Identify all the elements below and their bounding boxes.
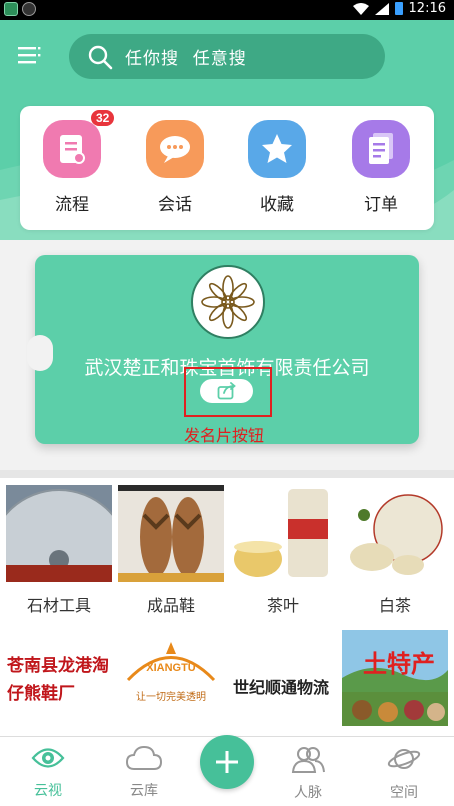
- plus-icon: [216, 751, 238, 773]
- product-name: 白茶: [378, 598, 411, 615]
- section-divider: [0, 470, 454, 478]
- banner-text: 世纪顺通物流: [233, 680, 330, 697]
- shield-notification-icon: [22, 2, 36, 16]
- search-placeholder: 任你搜 任意搜: [125, 49, 247, 68]
- chat-bubble-icon: [146, 120, 204, 178]
- company-logo: [191, 265, 265, 339]
- tab-kongjian[interactable]: 空间: [369, 745, 439, 802]
- banner-text: 苍南县龙港淘: [7, 656, 109, 675]
- tea-jar-image: [230, 485, 336, 582]
- quick-action-label: 订单: [364, 195, 398, 214]
- tab-yunshi[interactable]: 云视: [13, 745, 83, 800]
- banner-item[interactable]: 土特产: [339, 630, 451, 726]
- product-item[interactable]: 白茶: [339, 485, 451, 616]
- contacts-icon: [291, 747, 325, 773]
- product-grid: 石材工具 成品鞋 茶叶 白茶 苍南县龙港淘 仔熊鞋厂 XIANGTU 让一切完美…: [0, 478, 454, 736]
- status-time: 12:16: [408, 1, 446, 16]
- signal-icon: [374, 2, 389, 15]
- annotation-label: 发名片按钮: [184, 428, 265, 445]
- product-name: 石材工具: [26, 598, 91, 615]
- tab-yunku[interactable]: 云库: [109, 745, 179, 800]
- quick-action-favorites[interactable]: 收藏: [242, 120, 312, 220]
- planet-icon: [387, 749, 421, 769]
- tab-label: 云视: [34, 782, 62, 798]
- status-bar: 12:16: [0, 0, 454, 20]
- quick-action-orders[interactable]: 订单: [346, 120, 416, 220]
- search-bar[interactable]: 任你搜 任意搜: [69, 34, 385, 79]
- add-button[interactable]: [200, 735, 254, 789]
- tab-label: 人脉: [294, 784, 322, 800]
- quick-action-label: 流程: [55, 195, 89, 214]
- banner-overlay-text: 土特产: [363, 651, 435, 678]
- wifi-icon: [352, 2, 369, 15]
- product-item[interactable]: 石材工具: [3, 485, 115, 616]
- product-name: 茶叶: [266, 598, 299, 615]
- product-item[interactable]: 茶叶: [227, 485, 339, 616]
- quick-actions-card: 32 流程 会话 收藏 订单: [20, 106, 434, 230]
- tab-renmai[interactable]: 人脉: [273, 745, 343, 802]
- cloud-icon: [125, 745, 163, 770]
- eye-icon: [31, 748, 65, 768]
- product-item[interactable]: 成品鞋: [115, 485, 227, 616]
- banner-slogan: 让一切完美透明: [136, 692, 206, 703]
- star-icon: [248, 120, 306, 178]
- tab-label: 空间: [390, 784, 418, 800]
- quick-action-label: 收藏: [260, 195, 294, 214]
- quick-action-label: 会话: [158, 195, 192, 214]
- product-name: 成品鞋: [146, 598, 195, 615]
- quick-action-process[interactable]: 32 流程: [37, 110, 115, 220]
- tab-label: 云库: [130, 782, 158, 798]
- banner-text: 仔熊鞋厂: [7, 684, 75, 703]
- app-notification-icon: [4, 2, 18, 16]
- banner-item[interactable]: XIANGTU 让一切完美透明: [115, 630, 227, 726]
- notification-badge: 32: [91, 110, 115, 126]
- battery-icon: [394, 2, 403, 15]
- menu-icon[interactable]: [18, 46, 42, 64]
- sandals-image: [118, 485, 224, 582]
- search-icon: [88, 45, 113, 69]
- saw-blade-image: [6, 485, 112, 582]
- banner-item[interactable]: 世纪顺通物流: [227, 630, 339, 726]
- quick-action-chat[interactable]: 会话: [140, 120, 210, 220]
- list-icon: [352, 120, 410, 178]
- banner-item[interactable]: 苍南县龙港淘 仔熊鞋厂: [3, 630, 115, 726]
- tea-cake-image: [342, 485, 448, 582]
- document-icon: [43, 120, 101, 178]
- annotation-highlight-box: [184, 367, 272, 417]
- banner-logo-text: XIANGTU: [146, 662, 196, 674]
